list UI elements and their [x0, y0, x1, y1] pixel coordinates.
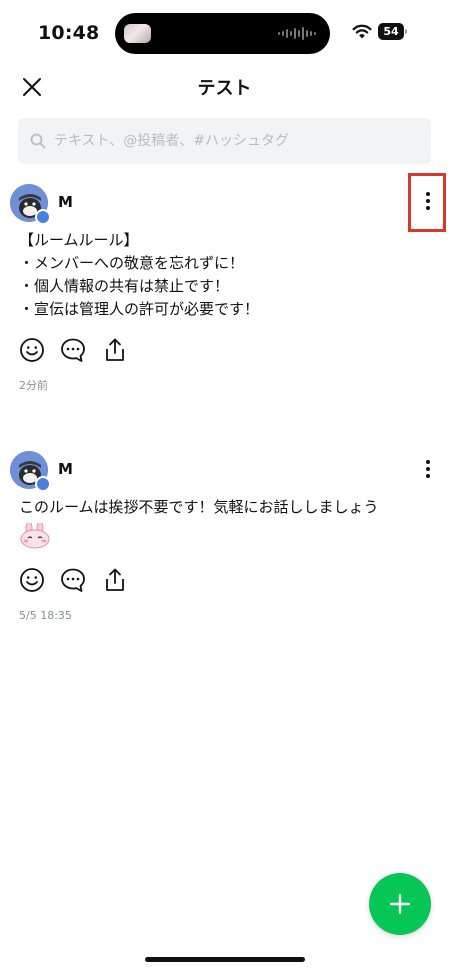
search-input[interactable] — [54, 118, 419, 164]
crown-badge-icon — [35, 209, 51, 225]
page-title: テスト — [197, 78, 252, 99]
share-icon[interactable] — [102, 337, 128, 363]
post-body: 【ルームルール】 ・メンバーへの敬意を忘れずに！ ・個人情報の共有は禁止です！ … — [19, 231, 260, 318]
battery-indicator: 54 — [378, 23, 407, 40]
action-row — [19, 567, 139, 595]
wifi-icon — [352, 24, 372, 39]
share-icon[interactable] — [102, 567, 128, 593]
search-box[interactable] — [18, 118, 431, 164]
post-card: M このルームは挨拶不要です！気軽にお話ししましょう 5/5 18:35 — [0, 450, 449, 630]
speech-bubble-icon[interactable] — [60, 567, 86, 593]
plus-icon — [389, 893, 411, 915]
audio-wave-icon — [278, 27, 316, 40]
status-bar: 10:48 54 — [0, 0, 449, 60]
more-vertical-icon[interactable] — [414, 452, 442, 486]
speech-bubble-icon[interactable] — [60, 337, 86, 363]
author-name: M — [58, 193, 73, 211]
search-icon — [30, 133, 46, 149]
highlight-box — [408, 173, 446, 232]
smiley-icon[interactable] — [19, 337, 45, 363]
avatar[interactable] — [10, 184, 51, 225]
action-row — [19, 337, 139, 365]
header: テスト — [0, 60, 449, 114]
post-timestamp: 5/5 18:35 — [19, 609, 72, 622]
battery-level: 54 — [383, 25, 399, 38]
add-post-button[interactable] — [369, 873, 431, 935]
avatar[interactable] — [10, 451, 51, 492]
smiley-icon[interactable] — [19, 567, 45, 593]
now-playing-thumbnail — [124, 24, 151, 43]
post-card: M 【ルームルール】 ・メンバーへの敬意を忘れずに！ ・個人情報の共有は禁止です… — [0, 182, 449, 397]
home-indicator — [145, 957, 305, 962]
crown-badge-icon — [35, 476, 51, 492]
status-time: 10:48 — [38, 22, 100, 44]
post-body: このルームは挨拶不要です！気軽にお話ししましょう — [19, 498, 379, 516]
post-timestamp: 2分前 — [19, 379, 48, 392]
bunny-sticker-icon — [20, 523, 50, 549]
author-name: M — [58, 460, 73, 478]
dynamic-island — [115, 13, 330, 54]
